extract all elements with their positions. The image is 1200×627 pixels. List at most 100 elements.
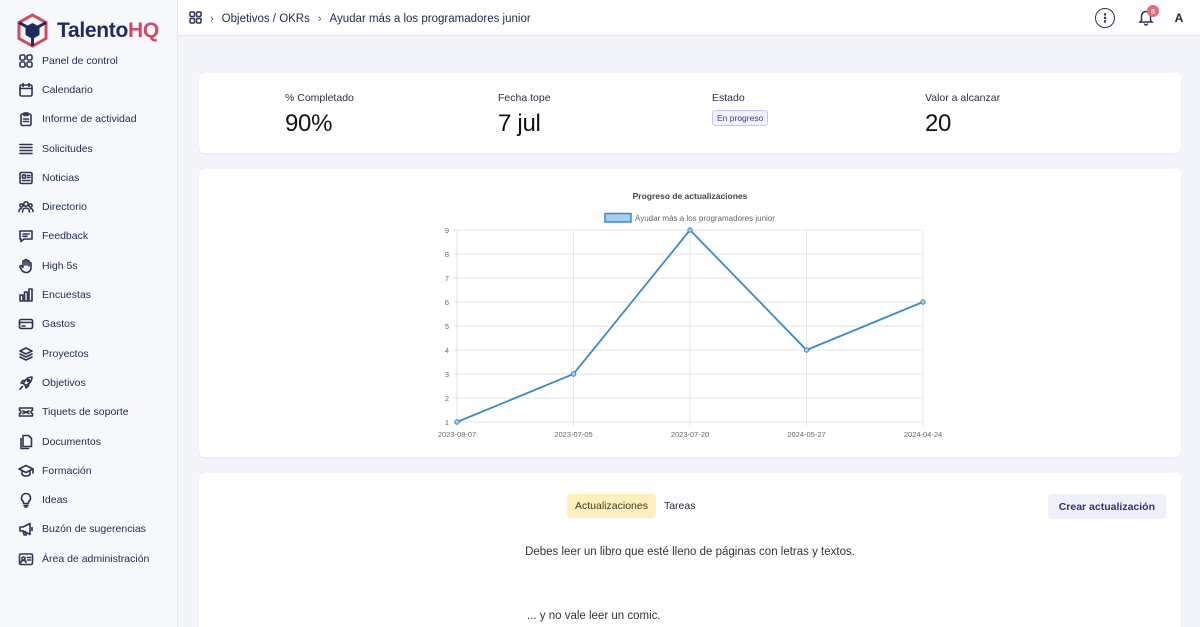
sidebar-item-objetivos[interactable]: Objetivos — [0, 368, 178, 397]
sidebar-item-gastos[interactable]: Gastos — [0, 310, 178, 339]
list-icon — [18, 141, 34, 157]
sidebar-item-label: Documentos — [42, 435, 101, 448]
rocket-icon — [18, 375, 34, 391]
chart-x-ticks: 2023-08-07 2023-07-05 2023-07-20 2024-05-27… — [438, 430, 942, 439]
grid-icon — [18, 53, 34, 69]
sidebar-item-documentos[interactable]: Documentos — [0, 427, 178, 456]
notifications-button[interactable]: 8 — [1137, 5, 1159, 28]
sidebar-item-solicitudes[interactable]: Solicitudes — [0, 134, 178, 163]
sidebar-item-label: Panel de control — [42, 54, 118, 67]
data-point[interactable] — [570, 371, 577, 377]
sidebar-item-label: Área de administración — [42, 552, 150, 565]
y-tick-label: 5 — [445, 322, 449, 331]
breadcrumb-objetivos[interactable]: Objetivos / OKRs — [222, 13, 310, 25]
chart-y-ticks: 1 2 3 4 5 6 7 8 9 — [445, 226, 449, 427]
sidebar-item-encuestas[interactable]: Encuestas — [0, 280, 178, 309]
tab-actualizaciones[interactable]: Actualizaciones — [567, 494, 656, 518]
sidebar-item-buzon-de-sugerencias[interactable]: Buzón de sugerencias — [0, 515, 178, 544]
tab-tareas[interactable]: Tareas — [656, 494, 704, 518]
stat-completed: % Completado 90% — [285, 92, 354, 138]
stats-card: % Completado 90% Fecha tope 7 jul Estado… — [199, 73, 1181, 153]
sidebar-item-area-de-administracion[interactable]: Área de administración — [0, 544, 178, 573]
stat-target: Valor a alcanzar 20 — [925, 92, 1000, 138]
update-text: Debes leer un libro que esté lleno de pá… — [525, 546, 855, 558]
y-tick-label: 7 — [445, 274, 449, 283]
chart-title: Progreso de actualizaciones — [633, 191, 748, 201]
id-card-icon — [18, 551, 34, 567]
y-tick-label: 4 — [445, 346, 449, 355]
clipboard-icon — [18, 111, 34, 127]
data-point[interactable] — [803, 347, 810, 353]
chart-grid — [453, 229, 924, 426]
y-tick-label: 3 — [445, 370, 449, 379]
sidebar-item-label: Ideas — [42, 494, 68, 507]
chevron-right-icon: › — [317, 13, 322, 25]
data-point[interactable] — [920, 299, 926, 305]
sidebar-item-feedback[interactable]: Feedback — [0, 222, 178, 251]
data-point[interactable] — [687, 227, 693, 233]
sidebar-item-label: Feedback — [42, 230, 89, 243]
sidebar-item-proyectos[interactable]: Proyectos — [0, 339, 178, 368]
legend-label: Ayudar más a los programadores junior — [635, 214, 775, 223]
newspaper-icon — [18, 170, 34, 186]
sidebar-item-calendario[interactable]: Calendario — [0, 75, 178, 104]
sidebar-item-directorio[interactable]: Directorio — [0, 192, 178, 221]
sidebar-item-label: Informe de actividad — [42, 113, 137, 126]
sidebar-item-label: Objetivos — [42, 376, 86, 389]
y-tick-label: 9 — [445, 226, 449, 235]
sidebar-item-panel-de-control[interactable]: Panel de control — [0, 46, 178, 75]
credit-card-icon — [18, 316, 34, 332]
top-bar: › Objetivos / OKRs › Ayudar más a los pr… — [178, 0, 1200, 36]
x-tick-label: 2024-04-24 — [904, 430, 942, 439]
sidebar-item-formacion[interactable]: Formación — [0, 456, 178, 485]
sidebar-item-label: Calendario — [42, 83, 93, 96]
sidebar-item-high-5s[interactable]: High 5s — [0, 251, 178, 280]
more-options-icon[interactable]: ⋮ — [1095, 8, 1115, 28]
stat-label: Valor a alcanzar — [925, 92, 1001, 104]
documents-icon — [18, 434, 34, 450]
y-tick-label: 6 — [445, 298, 449, 307]
logo[interactable]: TalentoHQ — [16, 13, 159, 48]
sidebar-item-label: Formación — [42, 464, 92, 477]
stat-status: Estado En progreso — [712, 92, 769, 126]
bar-chart-icon — [18, 287, 34, 303]
sidebar-item-noticias[interactable]: Noticias — [0, 163, 178, 192]
y-tick-label: 1 — [445, 418, 449, 427]
stat-value: 20 — [925, 110, 952, 137]
megaphone-icon — [18, 521, 34, 537]
sidebar-item-label: Proyectos — [42, 347, 89, 360]
breadcrumb: › Objetivos / OKRs › Ayudar más a los pr… — [189, 11, 531, 27]
sidebar-item-tiquets-de-soporte[interactable]: Tiquets de soporte — [0, 398, 178, 427]
stat-deadline: Fecha tope 7 jul — [498, 92, 551, 138]
sidebar-item-informe-de-actividad[interactable]: Informe de actividad — [0, 105, 178, 134]
sidebar-item-label: Noticias — [42, 171, 80, 184]
chevron-right-icon: › — [210, 13, 214, 25]
sidebar: TalentoHQ Panel de control Calendario In… — [0, 0, 178, 627]
logo-text-part1: Talento — [57, 18, 129, 42]
tab-list: Actualizaciones Tareas — [567, 494, 703, 518]
data-point[interactable] — [454, 419, 460, 425]
sidebar-nav: Panel de control Calendario Informe de a… — [0, 46, 178, 573]
legend-swatch — [604, 212, 632, 223]
stat-value: 90% — [285, 110, 333, 137]
progress-chart: Progreso de actualizaciones Ayudar más a… — [438, 191, 942, 439]
create-update-button[interactable]: Crear actualización — [1047, 494, 1166, 519]
x-tick-label: 2023-07-20 — [671, 430, 709, 439]
calendar-icon — [18, 82, 34, 98]
stat-label: Fecha tope — [498, 92, 551, 104]
chart-card: Progreso de actualizaciones Ayudar más a… — [199, 169, 1181, 457]
sidebar-item-label: Gastos — [42, 318, 76, 331]
avatar[interactable]: A — [1167, 6, 1191, 30]
x-tick-label: 2024-05-27 — [787, 430, 825, 439]
layers-icon — [18, 346, 34, 362]
sidebar-item-label: Encuestas — [42, 289, 92, 302]
users-icon — [18, 199, 34, 215]
stat-label: Estado — [712, 92, 745, 104]
logo-cube-icon — [17, 13, 48, 48]
ticket-icon — [18, 404, 34, 420]
apps-grid-icon[interactable] — [189, 11, 202, 27]
stat-value: 7 jul — [498, 110, 541, 137]
logo-text-part2: HQ — [128, 18, 159, 42]
x-tick-label: 2023-07-05 — [554, 430, 592, 439]
sidebar-item-ideas[interactable]: Ideas — [0, 485, 178, 514]
